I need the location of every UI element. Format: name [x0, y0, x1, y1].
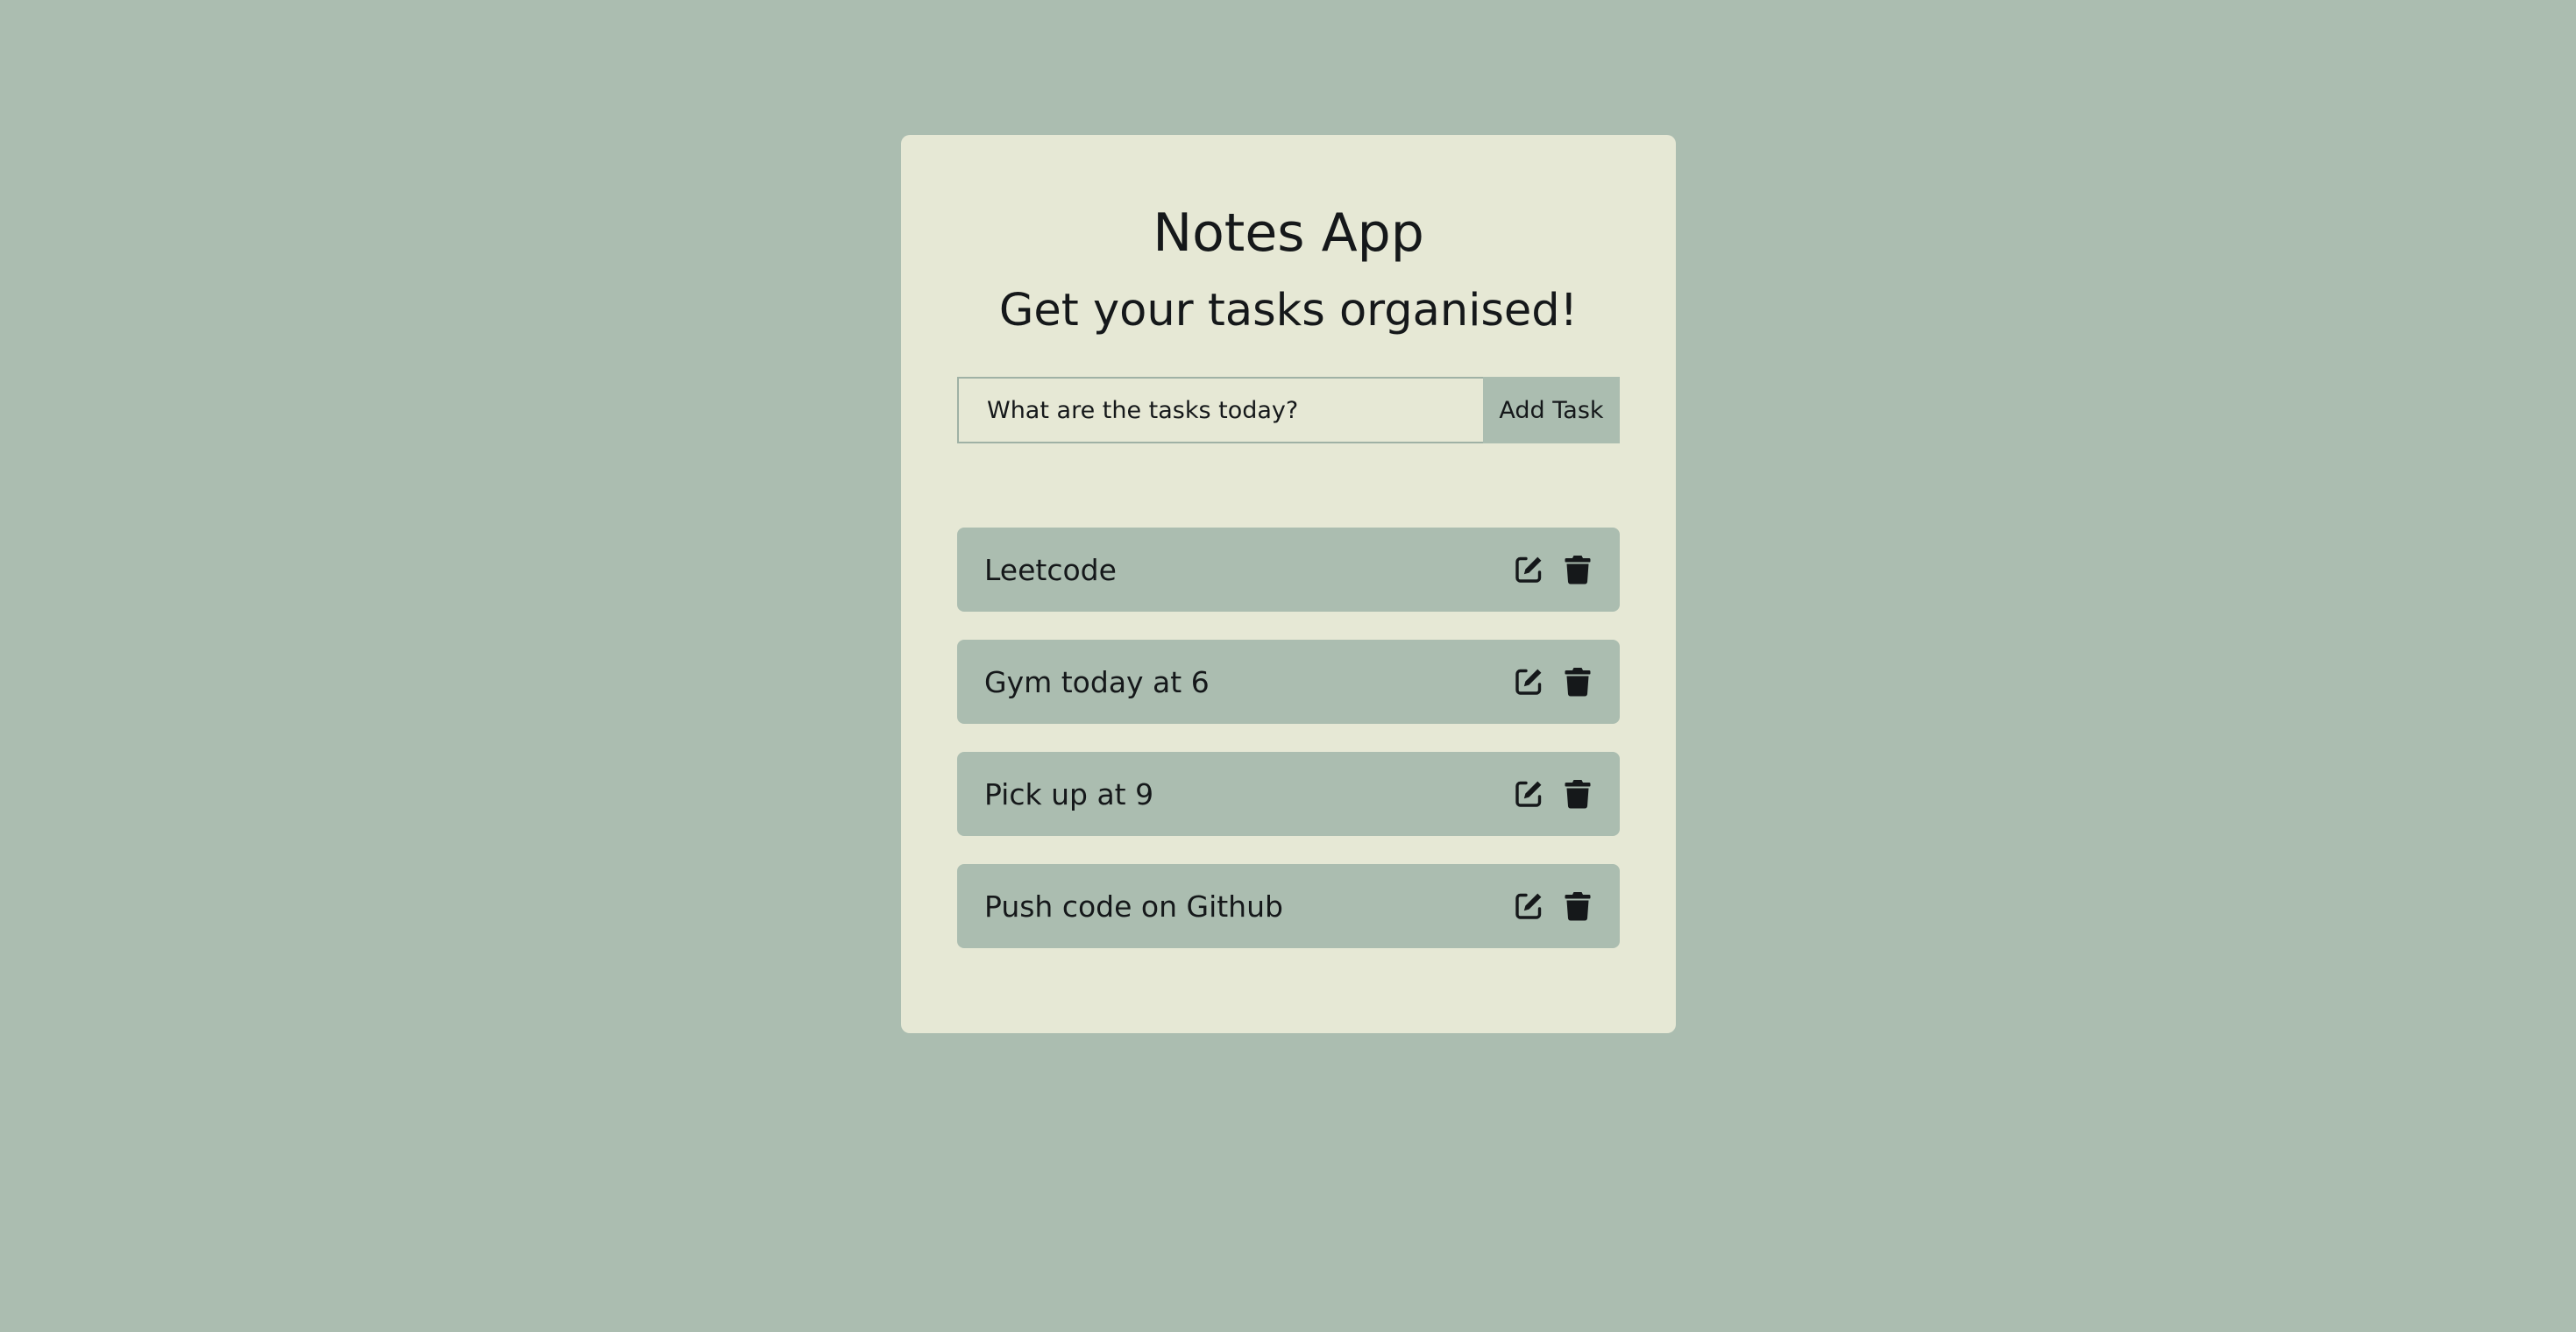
task-actions: [1513, 554, 1593, 585]
task-text: Pick up at 9: [984, 776, 1154, 811]
task-list: Leetcode Gym today at 6 Pick up at 9 Pus…: [957, 528, 1620, 976]
task-text: Push code on Github: [984, 889, 1283, 924]
trash-icon[interactable]: [1562, 554, 1593, 585]
task-actions: [1513, 778, 1593, 810]
trash-icon[interactable]: [1562, 890, 1593, 922]
task-item: Push code on Github: [957, 864, 1620, 948]
edit-icon[interactable]: [1513, 890, 1544, 922]
task-item: Gym today at 6: [957, 640, 1620, 724]
notes-card: Notes App Get your tasks organised! Add …: [901, 135, 1676, 1033]
edit-icon[interactable]: [1513, 778, 1544, 810]
app-title: Notes App: [1153, 202, 1424, 264]
add-task-button[interactable]: Add Task: [1483, 377, 1620, 443]
edit-icon[interactable]: [1513, 554, 1544, 585]
task-actions: [1513, 890, 1593, 922]
trash-icon[interactable]: [1562, 666, 1593, 698]
task-actions: [1513, 666, 1593, 698]
task-item: Leetcode: [957, 528, 1620, 612]
task-text: Gym today at 6: [984, 664, 1210, 699]
task-item: Pick up at 9: [957, 752, 1620, 836]
edit-icon[interactable]: [1513, 666, 1544, 698]
app-subtitle: Get your tasks organised!: [998, 285, 1579, 337]
trash-icon[interactable]: [1562, 778, 1593, 810]
task-input[interactable]: [957, 377, 1483, 443]
task-text: Leetcode: [984, 552, 1117, 587]
add-task-form: Add Task: [957, 377, 1620, 443]
